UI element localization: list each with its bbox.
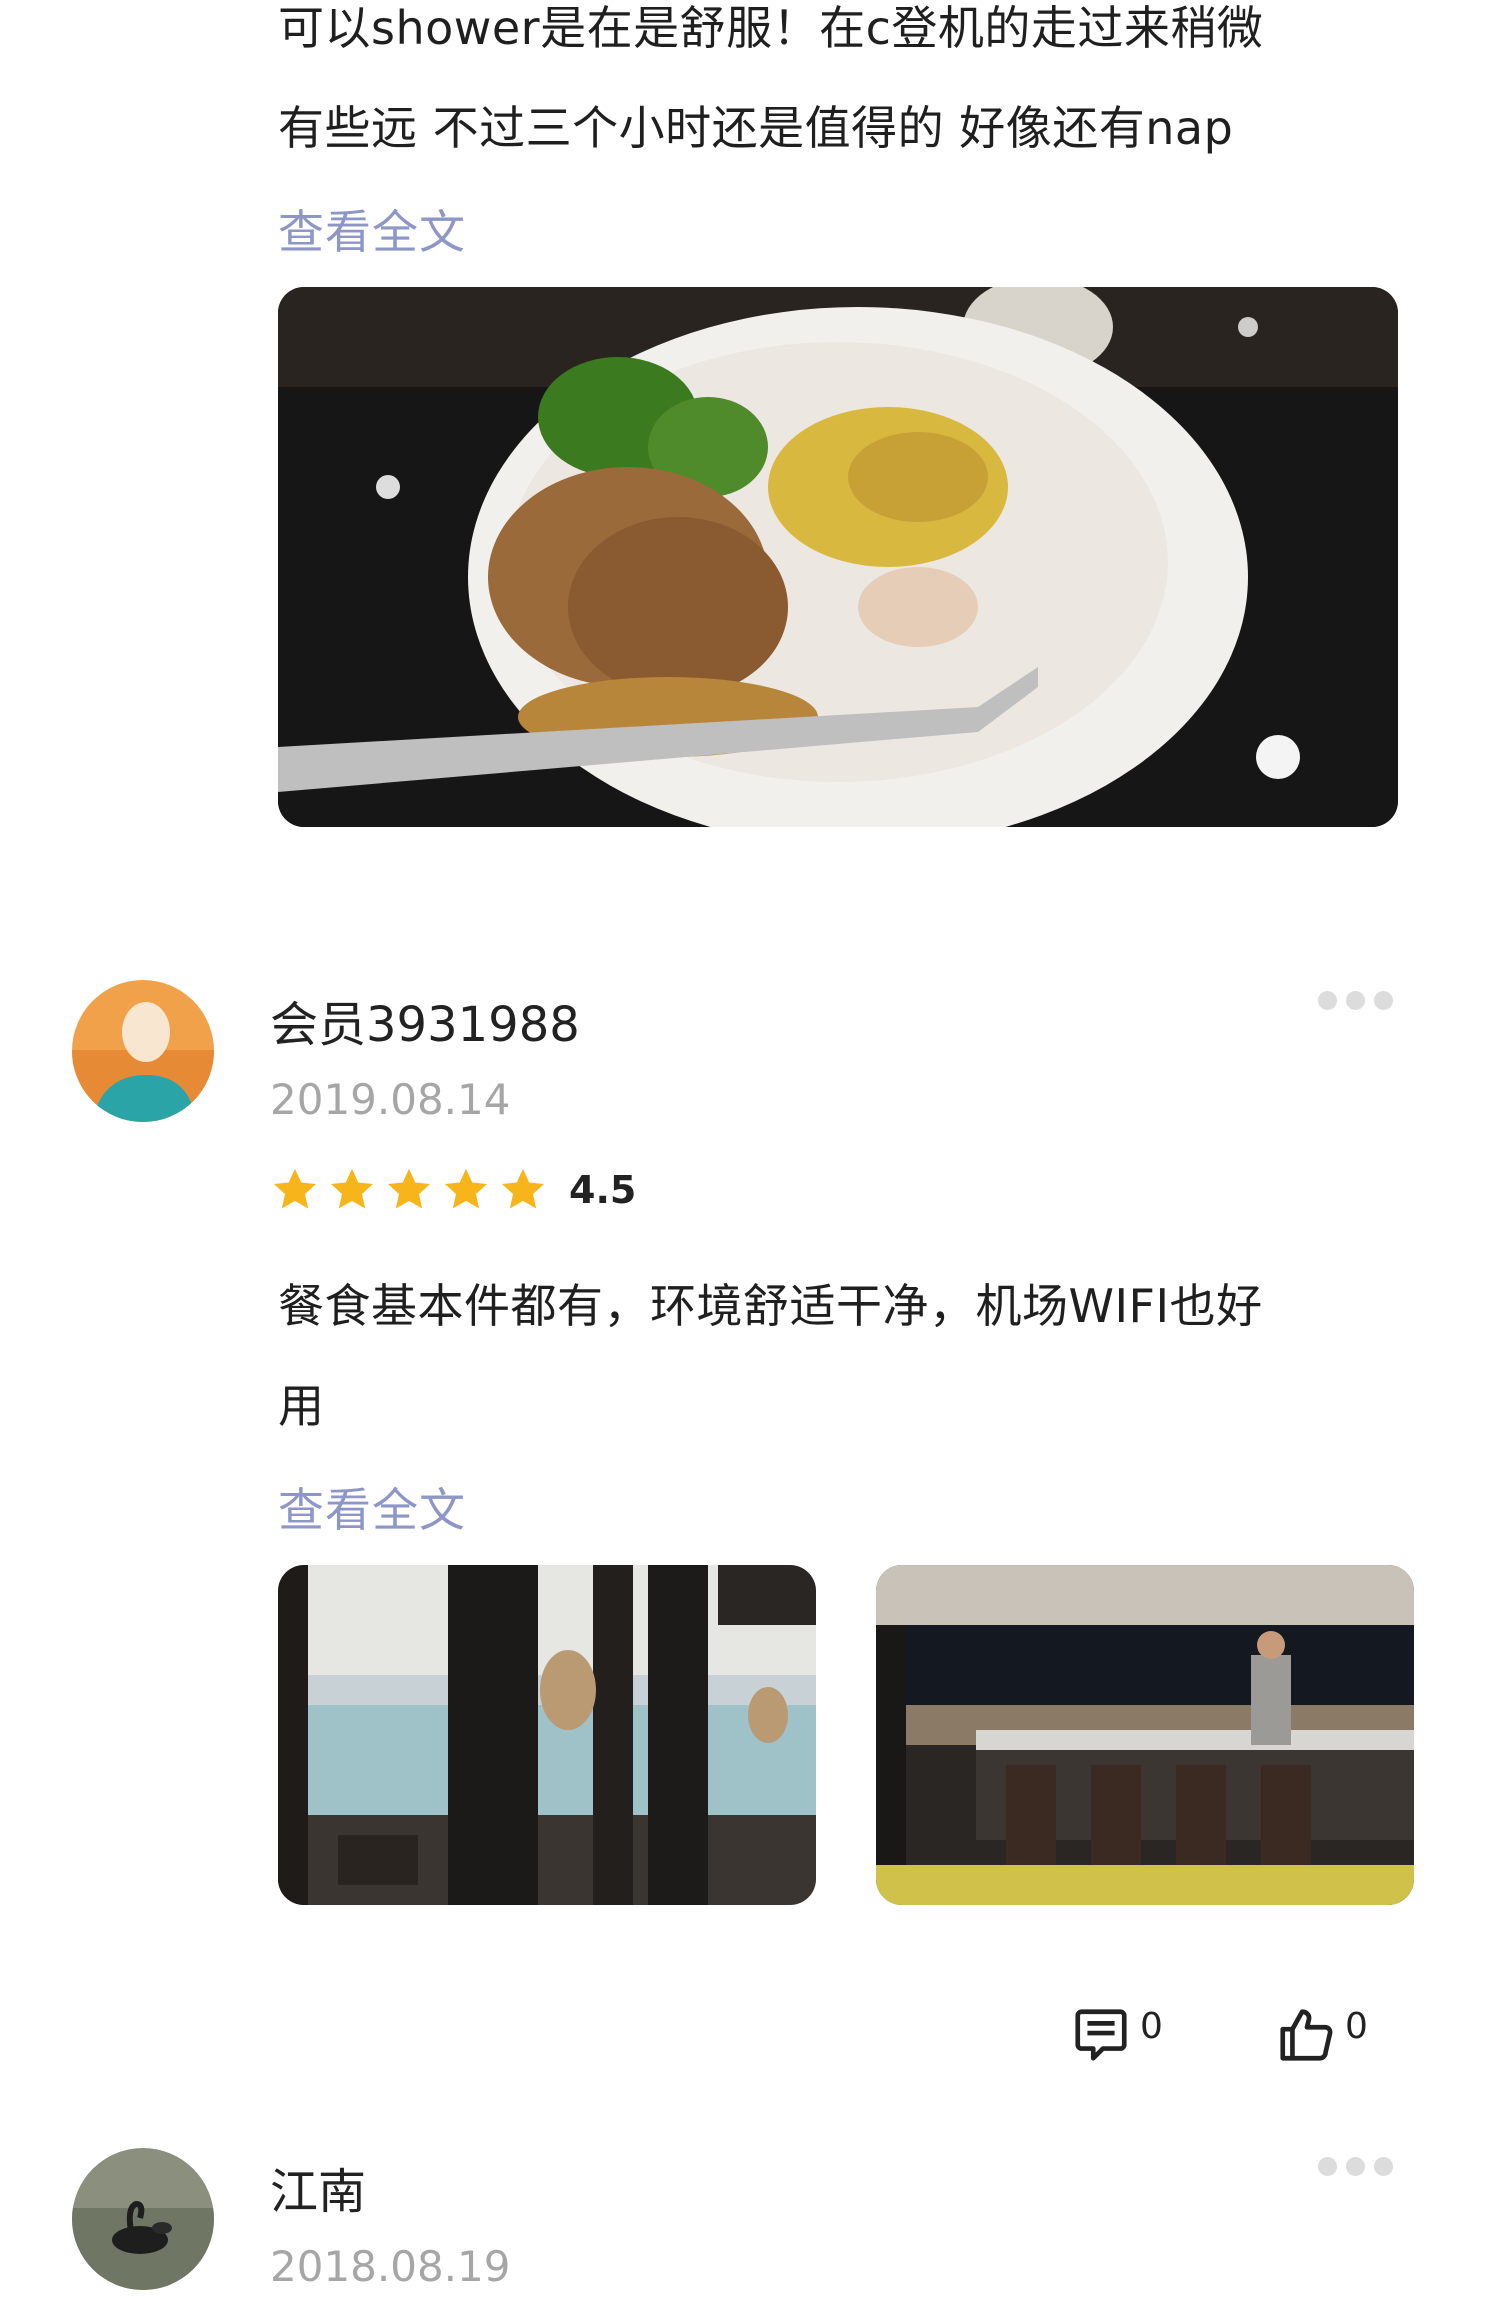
star-icon: [273, 1168, 317, 1209]
review-photo-buffet[interactable]: [876, 1565, 1414, 1905]
read-more-link[interactable]: 查看全文: [278, 1474, 466, 1540]
more-dots-icon: [1346, 2157, 1365, 2176]
more-dots-icon: [1374, 991, 1393, 1010]
review-text-line: 有些远 不过三个小时还是值得的 好像还有nap: [278, 101, 1234, 155]
review-date: 2018.08.19: [270, 2242, 511, 2291]
like-button[interactable]: 0: [1275, 2004, 1368, 2066]
review-text-line: 用: [278, 1379, 325, 1433]
more-options-button[interactable]: [1318, 991, 1393, 1010]
more-dots-icon: [1318, 991, 1337, 1010]
comment-count: 0: [1140, 2006, 1163, 2047]
star-icon: [501, 1168, 545, 1209]
more-options-button[interactable]: [1318, 2157, 1393, 2176]
avatar[interactable]: [72, 980, 214, 1122]
user-avatar-image: [72, 2148, 214, 2290]
thumbs-up-icon: [1280, 2009, 1333, 2061]
lounge-window-image: [278, 1565, 816, 1905]
comment-icon: [1075, 2009, 1127, 2061]
username[interactable]: 会员3931988: [270, 985, 580, 1055]
username[interactable]: 江南: [270, 2152, 366, 2222]
star-rating: 4.5: [270, 1165, 636, 1215]
more-dots-icon: [1346, 991, 1365, 1010]
rating-value: 4.5: [569, 1168, 637, 1212]
comment-button[interactable]: 0: [1070, 2004, 1163, 2066]
star-icon: [444, 1168, 488, 1209]
review-date: 2019.08.14: [270, 1075, 511, 1124]
star-icon: [330, 1168, 374, 1209]
user-avatar-image: [72, 980, 214, 1122]
review-text-line: 可以shower是在是舒服！在c登机的走过来稍微: [278, 1, 1264, 55]
review-photo-lounge[interactable]: [278, 1565, 816, 1905]
food-plate-image: [278, 287, 1398, 827]
like-count: 0: [1345, 2006, 1368, 2047]
read-more-link[interactable]: 查看全文: [278, 196, 466, 262]
lounge-buffet-image: [876, 1565, 1414, 1905]
more-dots-icon: [1374, 2157, 1393, 2176]
review-text-line: 餐食基本件都有，环境舒适干净，机场WIFI也好: [278, 1279, 1263, 1333]
avatar[interactable]: [72, 2148, 214, 2290]
review-photo-food[interactable]: [278, 287, 1398, 827]
more-dots-icon: [1318, 2157, 1337, 2176]
star-icon: [387, 1168, 431, 1209]
